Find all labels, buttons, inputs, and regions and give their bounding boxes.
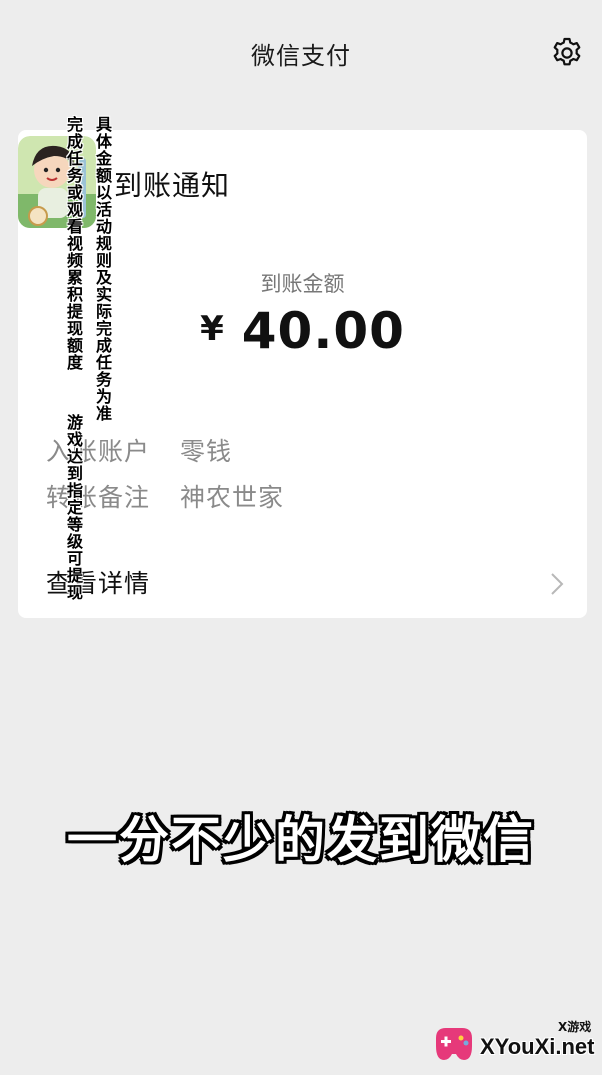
- view-details-link[interactable]: 查看详情: [46, 564, 150, 600]
- site-watermark: X游戏 XYouXi.net: [430, 1014, 598, 1070]
- gamepad-logo-icon: [436, 1028, 472, 1060]
- amount-value: 40.00: [241, 302, 405, 360]
- watermark-site: XYouXi.net: [480, 1034, 595, 1059]
- watermark-small-text: X游戏: [558, 1020, 592, 1034]
- gear-icon[interactable]: [550, 36, 584, 70]
- notice-title: 到账通知: [114, 169, 231, 202]
- vertical-note: 具体金额以活动规则及实际完成任务为准: [93, 116, 112, 422]
- video-caption: 一分不少的发到微信: [67, 811, 535, 869]
- currency-symbol: ¥: [200, 309, 224, 349]
- chevron-right-icon[interactable]: [550, 572, 564, 596]
- info-value: 神农世家: [180, 483, 285, 512]
- vertical-note: 游戏达到指定等级可提现: [64, 414, 83, 601]
- info-value: 零钱: [180, 437, 233, 466]
- vertical-note: 完成任务或观看视频累积提现额度: [64, 116, 83, 371]
- game-app-icon: [18, 136, 96, 228]
- page-title: 微信支付: [251, 42, 351, 70]
- top-bar: 微信支付: [0, 0, 602, 100]
